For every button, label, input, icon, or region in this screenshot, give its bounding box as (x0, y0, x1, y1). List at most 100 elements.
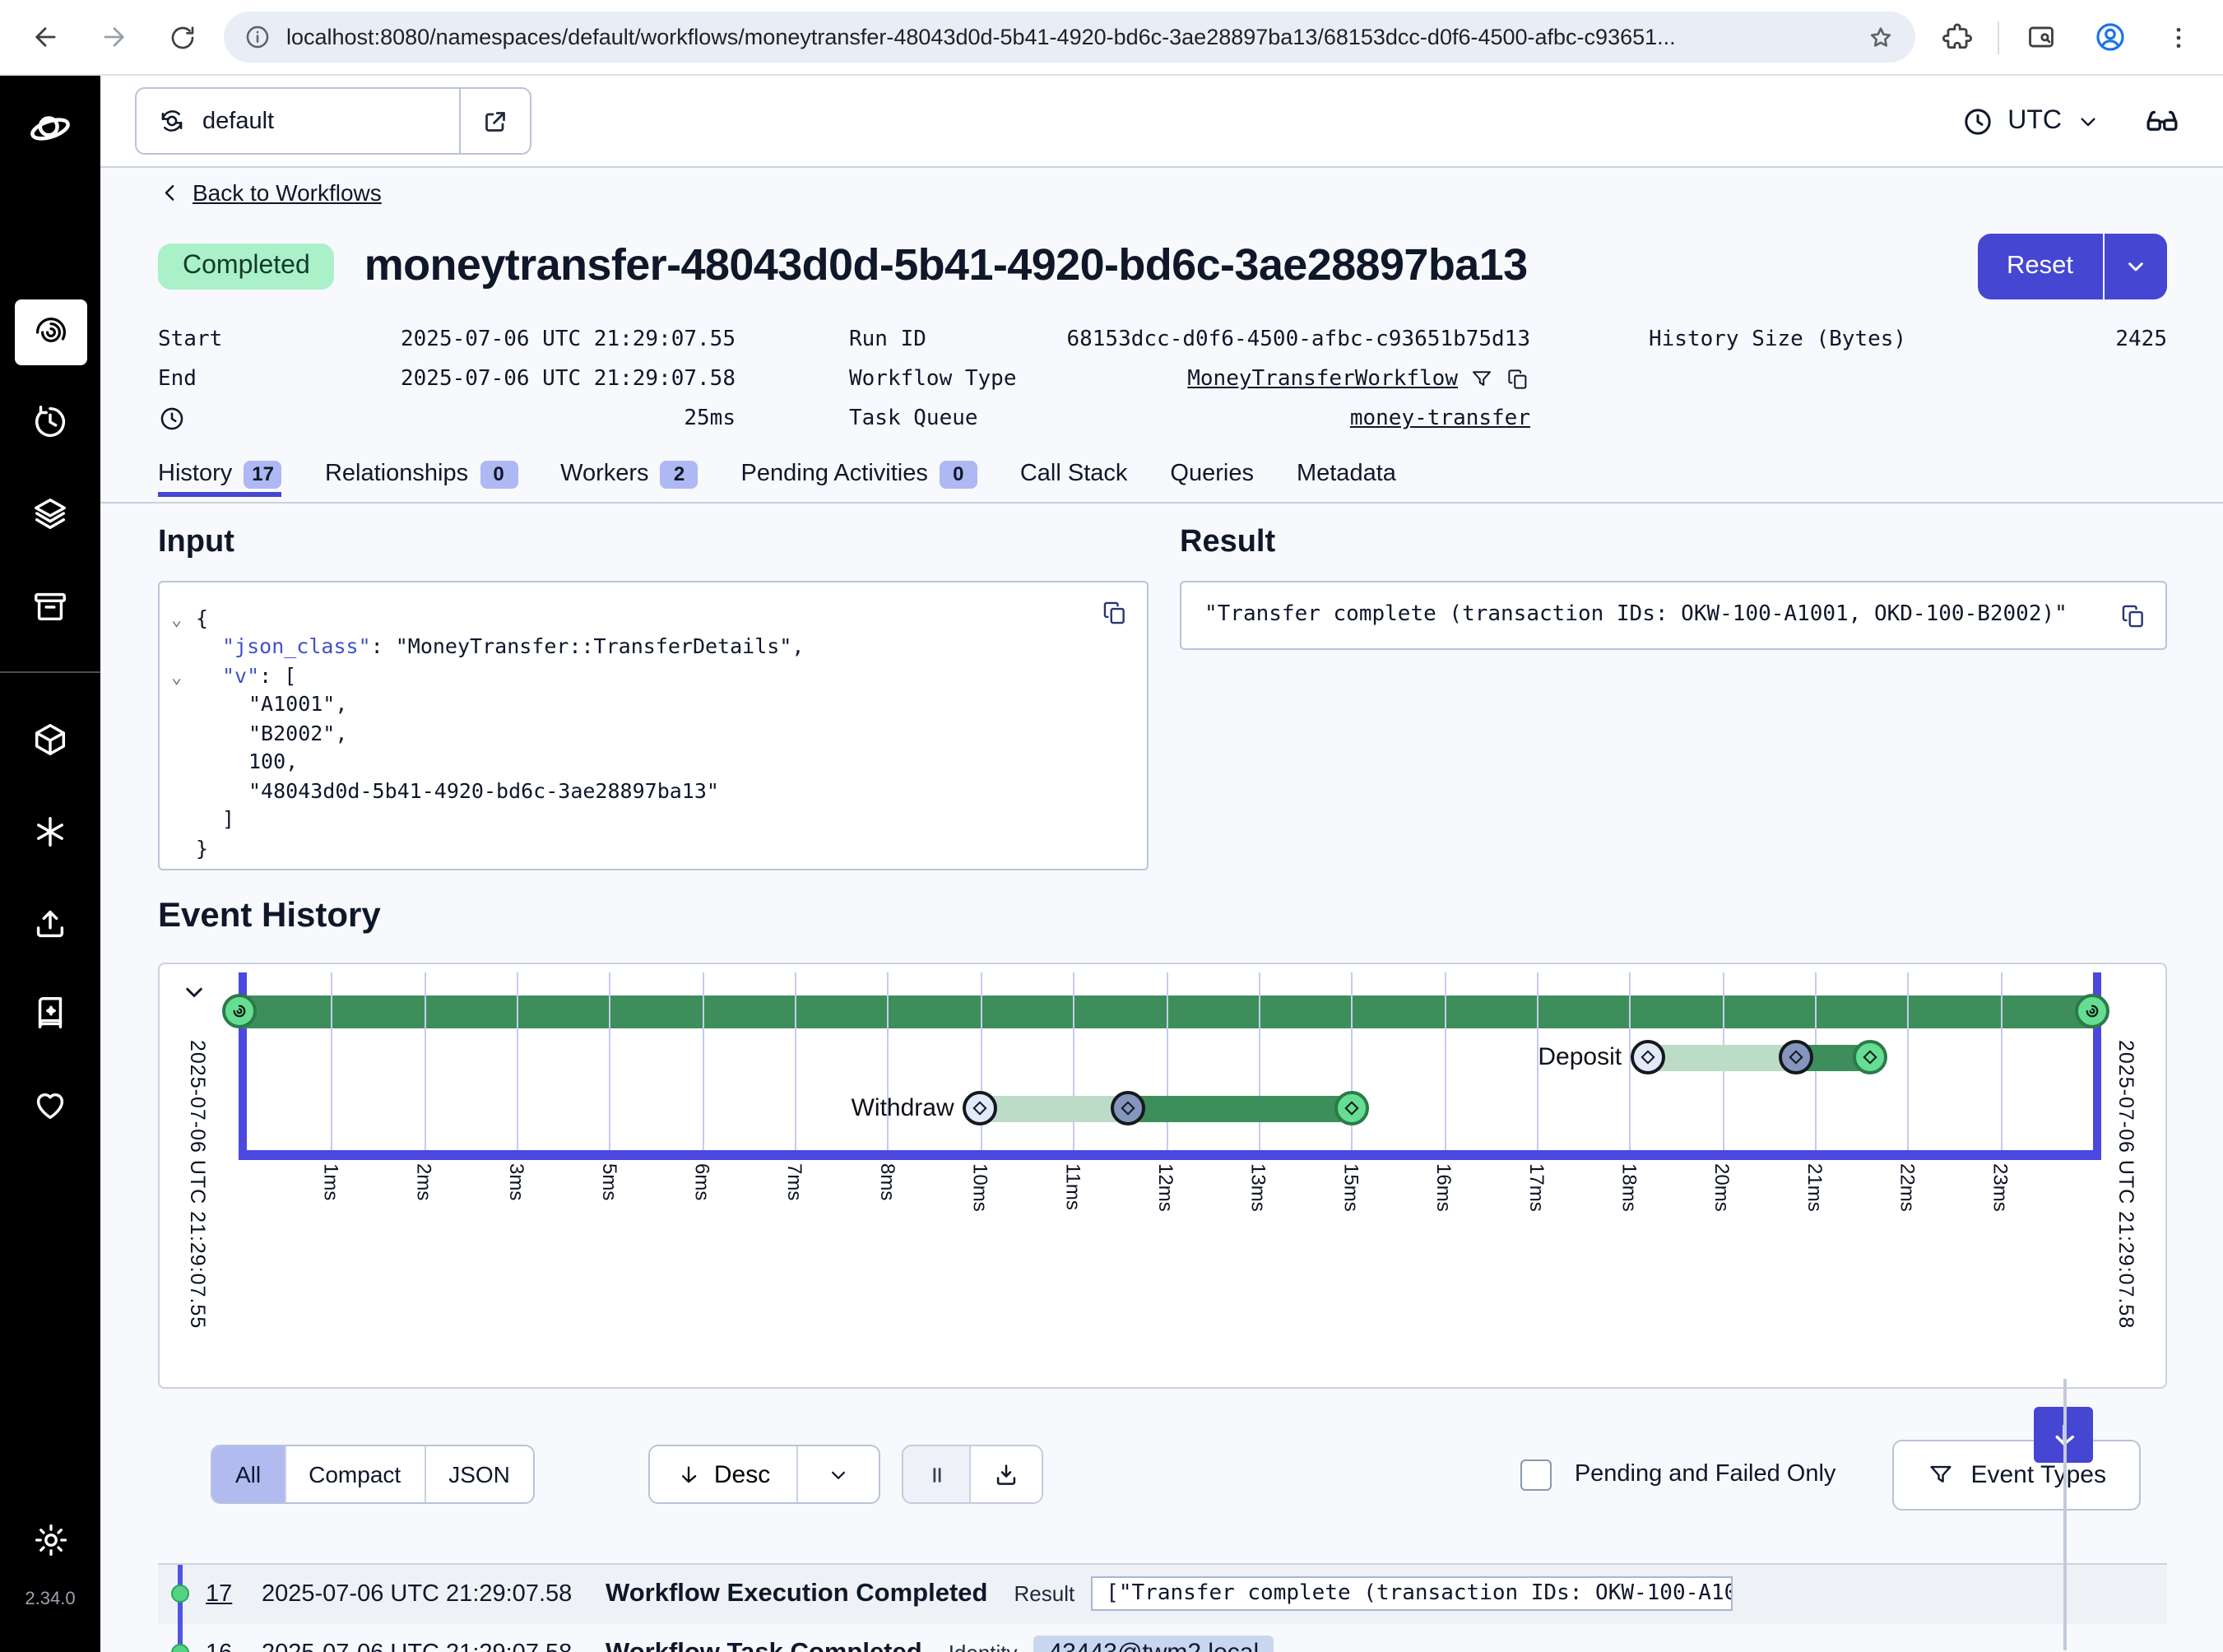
nav-docs-icon[interactable] (14, 979, 86, 1045)
task-queue-link[interactable]: money-transfer (1350, 406, 1530, 431)
site-info-icon[interactable] (244, 23, 271, 51)
nav-namespaces-icon[interactable] (14, 706, 86, 772)
event-row[interactable]: 162025-07-06 UTC 21:29:07.58Workflow Tas… (158, 1623, 2167, 1652)
url-text[interactable]: localhost:8080/namespaces/default/workfl… (286, 25, 1851, 49)
tab-label: Workers (560, 461, 648, 487)
tab-pending-activities[interactable]: Pending Activities0 (741, 460, 977, 496)
duration-value: 25ms (684, 406, 736, 431)
event-list: 172025-07-06 UTC 21:29:07.58Workflow Exe… (158, 1562, 2167, 1652)
browser-back-icon[interactable] (16, 9, 72, 65)
tabs-divider (100, 501, 2223, 503)
tab-relationships[interactable]: Relationships0 (325, 460, 517, 496)
timeline-tick-label: 10ms (969, 1162, 992, 1211)
tab-call-stack[interactable]: Call Stack (1020, 460, 1128, 494)
event-list-scroll-edge[interactable] (2063, 1379, 2066, 1650)
temporal-logo[interactable] (14, 95, 86, 161)
back-to-workflows-link[interactable]: Back to Workflows (158, 178, 382, 207)
json-line: "json_class": "MoneyTransfer::TransferDe… (160, 632, 1147, 661)
nav-schedules-icon[interactable] (14, 388, 86, 454)
timeline-start-time: 2025-07-06 UTC 21:29:07.55 (186, 1039, 209, 1328)
back-link-label: Back to Workflows (193, 179, 382, 206)
namespace-external-link-icon[interactable] (459, 89, 530, 153)
nav-batch-operations-icon[interactable] (14, 480, 86, 546)
tab-workers[interactable]: Workers2 (560, 460, 698, 496)
sort-menu-caret[interactable] (796, 1446, 879, 1502)
tab-history[interactable]: History17 (158, 460, 282, 496)
workflow-tabs: History17 Relationships0 Workers2 Pending A… (158, 460, 2167, 501)
json-line: "B2002", (160, 718, 1147, 747)
run-id-value: 68153dcc-d0f6-4500-afbc-c93651b75d13 (1066, 327, 1530, 352)
extensions-icon[interactable] (1928, 9, 1984, 65)
sidebar-divider (0, 671, 100, 673)
pending-failed-checkbox[interactable] (1520, 1459, 1552, 1490)
toolbar-separator (1998, 21, 1999, 53)
copy-icon[interactable] (1506, 367, 1530, 392)
workflow-end-node[interactable] (2075, 994, 2109, 1028)
timezone-select[interactable]: UTC (1961, 104, 2101, 137)
tab-queries[interactable]: Queries (1170, 460, 1254, 494)
browser-forward-icon[interactable] (86, 9, 142, 65)
timeline-tick-label: 23ms (1989, 1162, 2012, 1211)
event-id-link[interactable]: 17 (206, 1580, 242, 1607)
nav-workflows-icon[interactable] (14, 299, 86, 365)
workflow-title: moneytransfer-48043d0d-5b41-4920-bd6c-3a… (364, 240, 1528, 291)
nav-archive-icon[interactable] (14, 573, 86, 638)
activity-completed-node[interactable] (1334, 1091, 1368, 1125)
side-panel-search-icon[interactable] (2012, 9, 2068, 65)
browser-menu-icon[interactable] (2151, 9, 2207, 65)
bookmark-star-icon[interactable] (1866, 22, 1896, 52)
address-bar[interactable]: localhost:8080/namespaces/default/workfl… (224, 12, 1915, 63)
json-text: : [ (259, 662, 296, 687)
pause-icon[interactable] (903, 1446, 969, 1502)
workflow-start-node[interactable] (222, 994, 257, 1028)
timeline-gridline (1908, 972, 1910, 1149)
reset-menu-caret[interactable] (2103, 233, 2167, 299)
browser-profile-avatar[interactable] (2081, 9, 2137, 65)
labs-glasses-icon[interactable] (2144, 103, 2180, 139)
timeline-tick-label: 11ms (1061, 1162, 1084, 1209)
activity-scheduled-node[interactable] (1631, 1040, 1665, 1074)
view-mode-all[interactable]: All (212, 1446, 284, 1502)
timeline-collapse-chevron-icon[interactable] (179, 977, 209, 1006)
json-text: 100, (248, 749, 298, 773)
view-mode-compact[interactable]: Compact (284, 1446, 424, 1502)
event-row[interactable]: 172025-07-06 UTC 21:29:07.58Workflow Exe… (158, 1564, 2167, 1623)
view-mode-json[interactable]: JSON (424, 1446, 533, 1502)
json-text: : "MoneyTransfer::TransferDetails", (371, 633, 805, 658)
collapse-caret-icon[interactable]: ⌄ (171, 662, 182, 691)
collapse-caret-icon[interactable]: ⌄ (171, 605, 182, 633)
sort-desc-button[interactable]: Desc (650, 1446, 796, 1502)
tab-label: Queries (1170, 460, 1254, 486)
chevron-down-icon (2075, 108, 2101, 134)
browser-reload-icon[interactable] (155, 9, 211, 65)
event-timeline-line (178, 1564, 182, 1652)
input-copy-icon[interactable] (1101, 598, 1129, 626)
download-icon[interactable] (969, 1446, 1042, 1502)
timeline-gridline (2000, 972, 2002, 1149)
timeline-bottom-axis (239, 1149, 2101, 1159)
json-line: "48043d0d-5b41-4920-bd6c-3ae28897ba13" (160, 776, 1147, 805)
result-copy-icon[interactable] (2119, 601, 2147, 629)
reset-button[interactable]: Reset (1977, 233, 2103, 299)
activity-running-bar (1129, 1095, 1351, 1121)
event-detail-value: ["Transfer complete (transaction IDs: OK… (1091, 1576, 1733, 1611)
nav-import-icon[interactable] (14, 890, 86, 956)
event-history-heading: Event History (158, 896, 2167, 939)
json-key: "v" (222, 662, 259, 687)
filter-funnel-icon[interactable] (1469, 367, 1494, 392)
activity-completed-node[interactable] (1854, 1040, 1888, 1074)
event-types-button[interactable]: Event Types (1891, 1439, 2141, 1510)
namespace-switcher: default (135, 87, 531, 155)
tab-label: Metadata (1297, 460, 1396, 486)
timeline-gridline (1166, 972, 1167, 1149)
theme-toggle-sun-icon[interactable] (14, 1507, 86, 1573)
nav-feedback-heart-icon[interactable] (14, 1071, 86, 1137)
tab-metadata[interactable]: Metadata (1297, 460, 1396, 494)
nav-nexus-icon[interactable] (14, 798, 86, 864)
timeline-tick-label: 12ms (1154, 1162, 1177, 1211)
start-label: Start (158, 327, 222, 352)
sort-split-button: Desc (648, 1445, 880, 1504)
timeline-tick-label: 22ms (1896, 1162, 1919, 1211)
workflow-type-link[interactable]: MoneyTransferWorkflow (1187, 367, 1458, 392)
namespace-select[interactable]: default (137, 89, 459, 153)
